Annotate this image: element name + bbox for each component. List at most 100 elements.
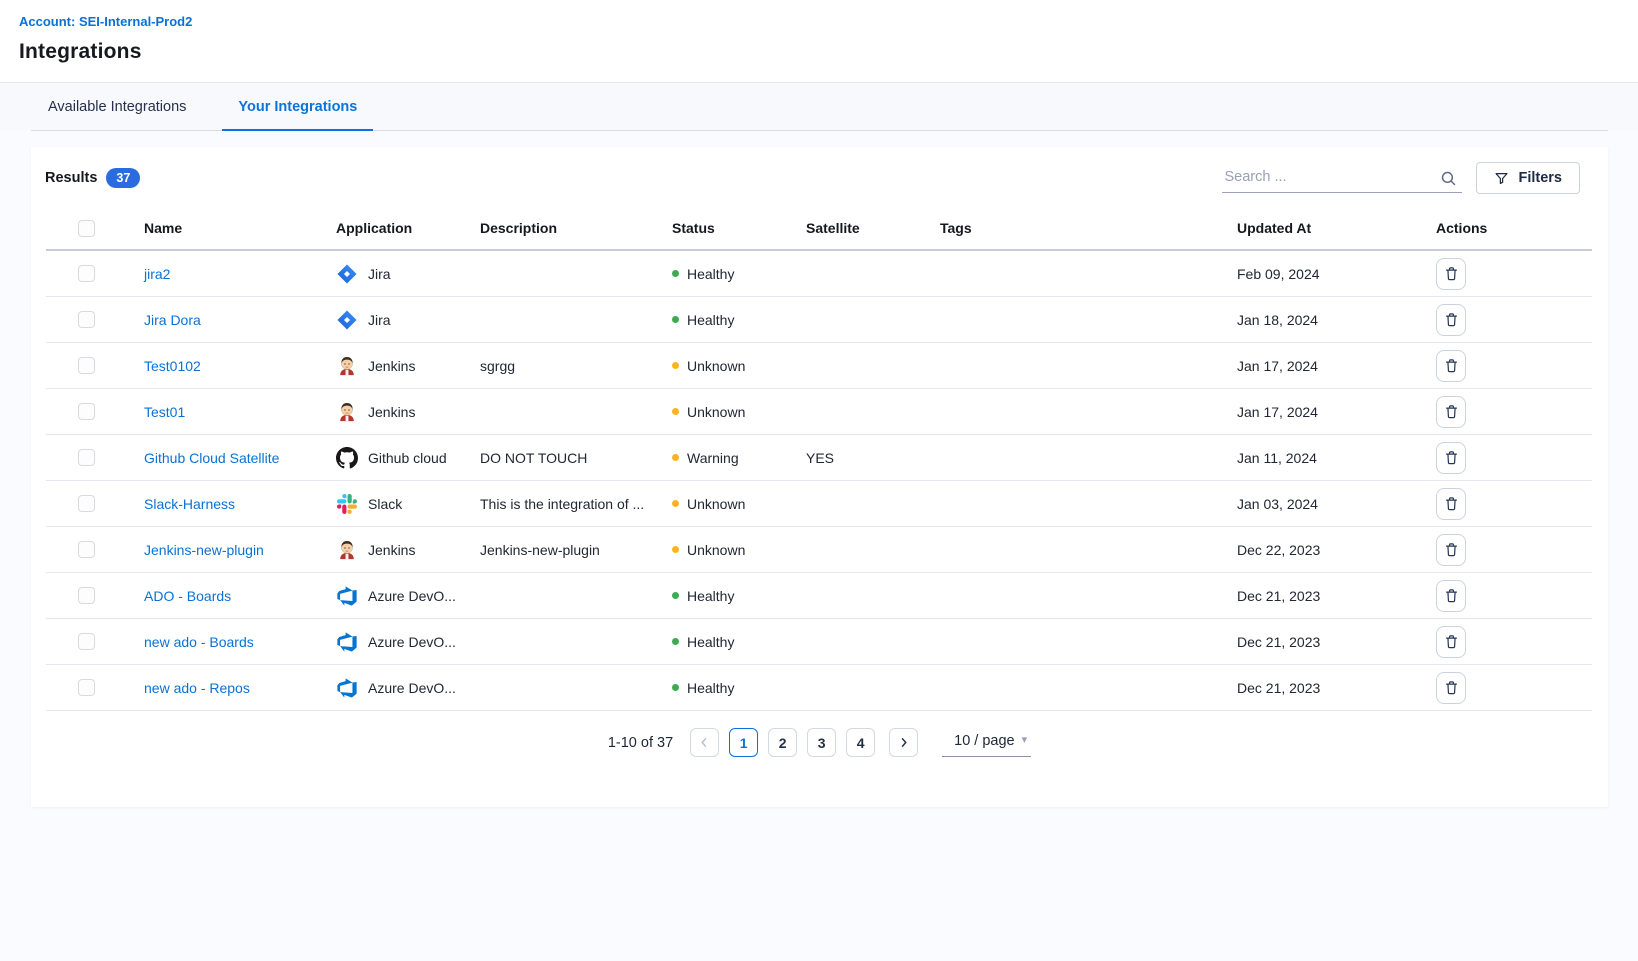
results-count-badge: 37 xyxy=(106,168,140,188)
search-input[interactable] xyxy=(1222,163,1462,193)
row-checkbox[interactable] xyxy=(78,679,95,696)
application-label: Jenkins xyxy=(368,358,415,374)
delete-integration-button[interactable] xyxy=(1436,258,1466,290)
delete-integration-button[interactable] xyxy=(1436,580,1466,612)
updated-at-value: Dec 21, 2023 xyxy=(1223,634,1422,650)
integration-name-link[interactable]: ADO - Boards xyxy=(144,588,231,604)
tab-available-integrations[interactable]: Available Integrations xyxy=(46,83,188,130)
delete-integration-button[interactable] xyxy=(1436,488,1466,520)
status-dot xyxy=(672,546,679,553)
delete-integration-button[interactable] xyxy=(1436,442,1466,474)
column-header-actions: Actions xyxy=(1422,220,1592,236)
account-breadcrumb-link[interactable]: Account: SEI-Internal-Prod2 xyxy=(19,14,192,29)
integration-name-link[interactable]: Test01 xyxy=(144,404,185,420)
chevron-down-icon: ▾ xyxy=(1022,735,1028,746)
column-header-status: Status xyxy=(658,220,792,236)
status-dot xyxy=(672,592,679,599)
pagination-prev-button[interactable] xyxy=(690,728,719,757)
description-text: Jenkins-new-plugin xyxy=(466,542,658,558)
row-checkbox[interactable] xyxy=(78,449,95,466)
application-label: Jira xyxy=(368,266,391,282)
github-icon xyxy=(336,447,358,469)
status-dot xyxy=(672,684,679,691)
integration-name-link[interactable]: new ado - Repos xyxy=(144,680,250,696)
integration-name-link[interactable]: jira2 xyxy=(144,266,170,282)
row-checkbox[interactable] xyxy=(78,311,95,328)
column-header-tags: Tags xyxy=(926,220,1223,236)
row-checkbox[interactable] xyxy=(78,265,95,282)
integration-name-link[interactable]: new ado - Boards xyxy=(144,634,254,650)
table-row: ADO - Boards Azure DevO... Healthy Dec 2… xyxy=(46,573,1592,619)
table-row: Test0102 Jenkins sgrgg Unknown Jan 17, 2… xyxy=(46,343,1592,389)
row-checkbox[interactable] xyxy=(78,403,95,420)
row-checkbox[interactable] xyxy=(78,357,95,374)
application-label: Github cloud xyxy=(368,450,447,466)
updated-at-value: Jan 17, 2024 xyxy=(1223,358,1422,374)
table-body: jira2 Jira Healthy Feb 09, 2024 Jira Dor… xyxy=(46,251,1592,711)
filters-button[interactable]: Filters xyxy=(1476,162,1580,194)
application-label: Slack xyxy=(368,496,402,512)
delete-integration-button[interactable] xyxy=(1436,626,1466,658)
jenkins-icon xyxy=(336,539,358,561)
results-label: Results xyxy=(45,170,97,186)
select-all-checkbox[interactable] xyxy=(78,220,95,237)
updated-at-value: Jan 03, 2024 xyxy=(1223,496,1422,512)
delete-integration-button[interactable] xyxy=(1436,304,1466,336)
pagination-next-button[interactable] xyxy=(889,728,918,757)
table-row: new ado - Repos Azure DevO... Healthy De… xyxy=(46,665,1592,711)
updated-at-value: Jan 11, 2024 xyxy=(1223,450,1422,466)
updated-at-value: Dec 21, 2023 xyxy=(1223,588,1422,604)
page-size-select[interactable]: 10 / page ▾ xyxy=(942,729,1031,757)
updated-at-value: Jan 18, 2024 xyxy=(1223,312,1422,328)
integration-name-link[interactable]: Github Cloud Satellite xyxy=(144,450,279,466)
status-label: Warning xyxy=(687,450,739,466)
status-label: Healthy xyxy=(687,634,734,650)
description-text: DO NOT TOUCH xyxy=(466,450,658,466)
updated-at-value: Dec 22, 2023 xyxy=(1223,542,1422,558)
application-label: Azure DevO... xyxy=(368,680,456,696)
slack-icon xyxy=(336,493,358,515)
integration-name-link[interactable]: Slack-Harness xyxy=(144,496,235,512)
pagination-range-label: 1-10 of 37 xyxy=(608,735,673,751)
integration-name-link[interactable]: Jenkins-new-plugin xyxy=(144,542,264,558)
pagination-page-button[interactable]: 3 xyxy=(807,728,836,757)
status-dot xyxy=(672,270,679,277)
table-row: Jira Dora Jira Healthy Jan 18, 2024 xyxy=(46,297,1592,343)
row-checkbox[interactable] xyxy=(78,495,95,512)
row-checkbox[interactable] xyxy=(78,633,95,650)
table-row: Test01 Jenkins Unknown Jan 17, 2024 xyxy=(46,389,1592,435)
application-label: Jenkins xyxy=(368,542,415,558)
integrations-card: Results 37 Filters Name Application xyxy=(31,147,1608,807)
pagination-page-button[interactable]: 4 xyxy=(846,728,875,757)
azure-devops-icon xyxy=(336,631,358,653)
delete-integration-button[interactable] xyxy=(1436,534,1466,566)
description-text: sgrgg xyxy=(466,358,658,374)
pagination-page-button[interactable]: 1 xyxy=(729,728,758,757)
delete-integration-button[interactable] xyxy=(1436,396,1466,428)
trash-icon xyxy=(1444,542,1459,558)
status-dot xyxy=(672,408,679,415)
column-header-name: Name xyxy=(130,220,322,236)
table-row: new ado - Boards Azure DevO... Healthy D… xyxy=(46,619,1592,665)
tab-your-integrations[interactable]: Your Integrations xyxy=(236,83,359,130)
integration-name-link[interactable]: Jira Dora xyxy=(144,312,201,328)
status-dot xyxy=(672,316,679,323)
toolbar: Results 37 Filters xyxy=(31,147,1608,203)
delete-integration-button[interactable] xyxy=(1436,350,1466,382)
pagination: 1-10 of 37 1234 10 / page ▾ xyxy=(31,711,1608,757)
pagination-pages: 1234 xyxy=(729,728,875,757)
trash-icon xyxy=(1444,496,1459,512)
row-checkbox[interactable] xyxy=(78,541,95,558)
row-checkbox[interactable] xyxy=(78,587,95,604)
integrations-table: Name Application Description Status Sate… xyxy=(46,207,1592,711)
table-row: jira2 Jira Healthy Feb 09, 2024 xyxy=(46,251,1592,297)
filters-button-label: Filters xyxy=(1518,170,1562,186)
status-label: Healthy xyxy=(687,266,734,282)
status-label: Healthy xyxy=(687,312,734,328)
delete-integration-button[interactable] xyxy=(1436,672,1466,704)
search-icon[interactable] xyxy=(1440,170,1457,192)
filter-funnel-icon xyxy=(1494,171,1509,186)
pagination-page-button[interactable]: 2 xyxy=(768,728,797,757)
updated-at-value: Dec 21, 2023 xyxy=(1223,680,1422,696)
integration-name-link[interactable]: Test0102 xyxy=(144,358,201,374)
